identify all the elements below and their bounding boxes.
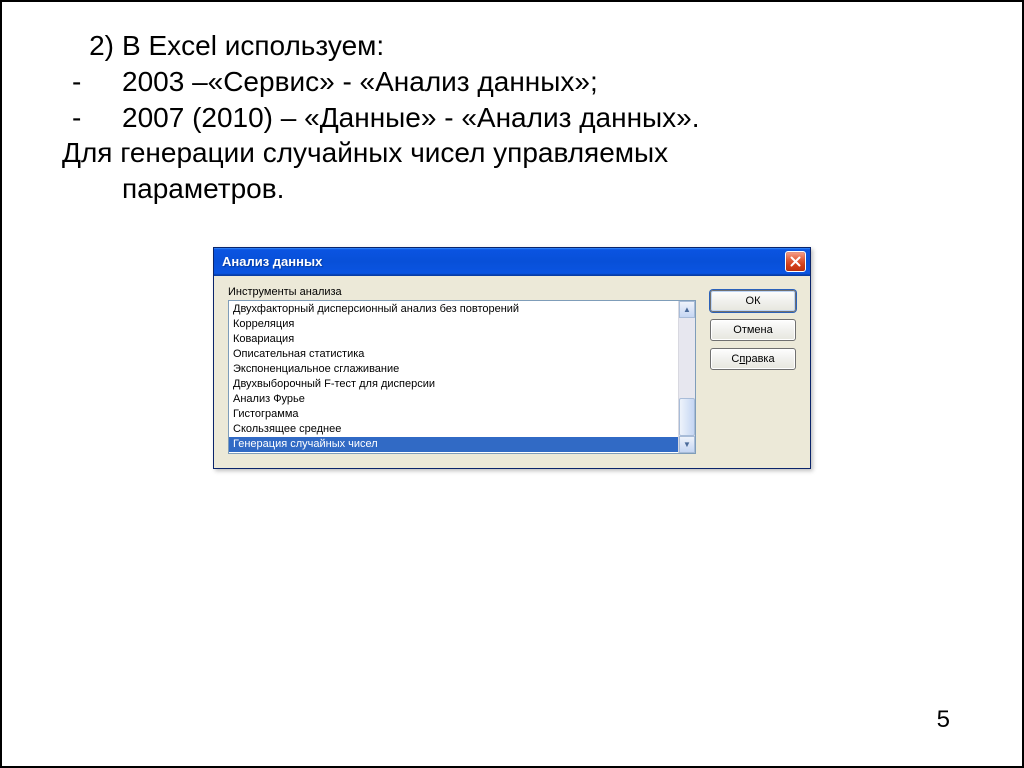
text-line: параметров. (62, 171, 962, 207)
list-item[interactable]: Корреляция (229, 317, 678, 332)
list-item[interactable]: Экспоненциальное сглаживание (229, 362, 678, 377)
chevron-down-icon: ▼ (683, 441, 691, 449)
scroll-down-button[interactable]: ▼ (679, 436, 695, 453)
list-item[interactable]: Описательная статистика (229, 347, 678, 362)
text-line: 2003 –«Сервис» - «Анализ данных»; (122, 64, 962, 100)
text-line: В Excel используем: (122, 28, 962, 64)
list-item[interactable]: Двухвыборочный F-тест для дисперсии (229, 377, 678, 392)
scrollbar[interactable]: ▲ ▼ (678, 301, 695, 453)
analysis-tools-listbox[interactable]: Двухфакторный дисперсионный анализ без п… (228, 300, 696, 454)
scroll-up-button[interactable]: ▲ (679, 301, 695, 318)
list-item[interactable]: Анализ Фурье (229, 392, 678, 407)
text-line: Для генерации случайных чисел управляемы… (62, 135, 962, 171)
help-button[interactable]: Справка (710, 348, 796, 370)
page-number: 5 (937, 706, 950, 734)
chevron-up-icon: ▲ (683, 306, 691, 314)
cancel-button[interactable]: Отмена (710, 319, 796, 341)
titlebar[interactable]: Анализ данных (214, 248, 810, 276)
dialog-title: Анализ данных (222, 254, 785, 269)
button-label: Отмена (733, 324, 772, 336)
list-number: 2) (62, 28, 122, 64)
close-button[interactable] (785, 251, 806, 272)
list-item[interactable]: Ковариация (229, 332, 678, 347)
ok-button[interactable]: ОК (710, 290, 796, 312)
scroll-track[interactable] (679, 318, 695, 436)
list-item[interactable]: Гистограмма (229, 407, 678, 422)
button-label: ОК (746, 295, 761, 307)
scroll-thumb[interactable] (679, 398, 695, 436)
list-dash: - (62, 100, 122, 136)
list-item[interactable]: Скользящее среднее (229, 422, 678, 437)
data-analysis-dialog: Анализ данных Инструменты анализа Двухфа… (213, 247, 811, 469)
list-dash: - (62, 64, 122, 100)
list-item[interactable]: Двухфакторный дисперсионный анализ без п… (229, 302, 678, 317)
close-icon (790, 256, 801, 267)
group-label: Инструменты анализа (228, 286, 696, 298)
button-label: Справка (731, 353, 774, 365)
list-item[interactable]: Генерация случайных чисел (229, 437, 678, 452)
slide-text: 2) В Excel используем: - 2003 –«Сервис» … (2, 2, 1022, 207)
text-line: 2007 (2010) – «Данные» - «Анализ данных»… (122, 100, 962, 136)
